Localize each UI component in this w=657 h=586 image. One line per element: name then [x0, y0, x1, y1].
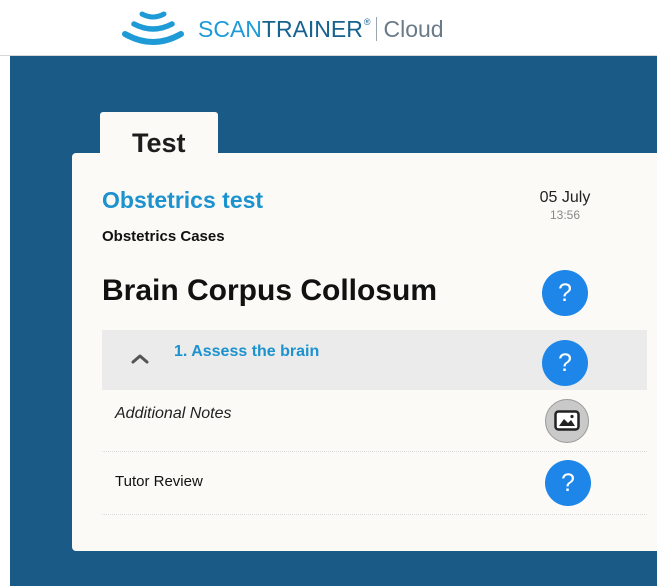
image-button[interactable] — [545, 399, 589, 443]
chevron-up-icon[interactable] — [130, 352, 150, 364]
test-time: 13:56 — [549, 208, 581, 222]
case-help-button[interactable]: ? — [542, 270, 588, 316]
scantrainer-logo[interactable]: SCAN TRAINER ® Cloud — [120, 8, 444, 50]
row-divider — [102, 514, 647, 515]
registered-mark: ® — [363, 17, 371, 27]
case-title: Brain Corpus Collosum — [102, 274, 438, 307]
logo-trainer-text: TRAINER — [261, 15, 363, 42]
logo-product-text: Cloud — [383, 15, 444, 42]
logo-separator — [375, 17, 377, 41]
test-subtitle: Obstetrics Cases — [102, 228, 225, 245]
logo-scan-text: SCAN — [198, 15, 262, 42]
logo-waves-icon — [122, 11, 184, 45]
test-title[interactable]: Obstetrics test — [102, 187, 263, 214]
step-help-button[interactable]: ? — [542, 340, 588, 386]
test-date: 05 July — [539, 189, 591, 206]
tutor-help-button[interactable]: ? — [545, 460, 591, 506]
step-label[interactable]: 1. Assess the brain — [174, 343, 319, 361]
row-divider — [102, 451, 647, 452]
top-bar: SCAN TRAINER ® Cloud — [0, 0, 657, 56]
tutor-review-label: Tutor Review — [115, 473, 203, 490]
logo-wordmark: SCAN TRAINER ® Cloud — [198, 8, 444, 50]
additional-notes-label: Additional Notes — [115, 405, 232, 422]
image-icon — [554, 410, 580, 431]
